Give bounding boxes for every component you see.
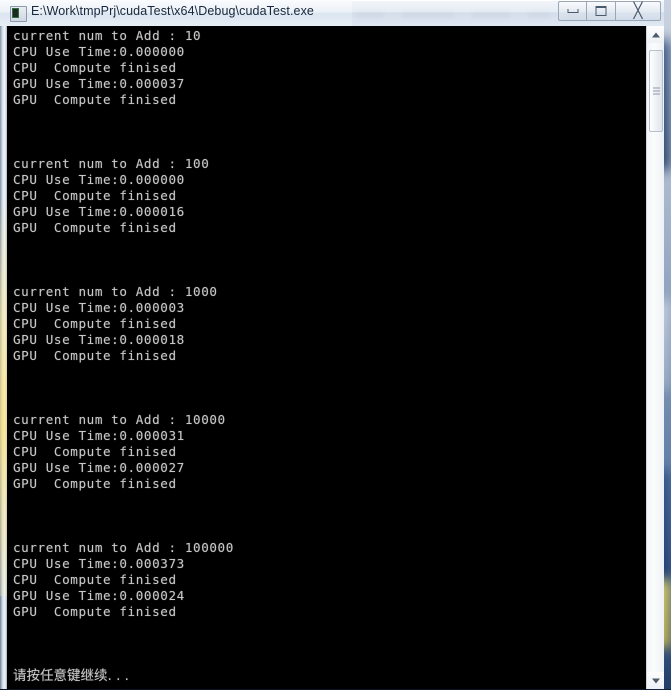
console-line: CPU Use Time:0.000373 xyxy=(13,556,185,572)
vertical-scrollbar[interactable] xyxy=(646,26,664,689)
console-line: GPU Use Time:0.000037 xyxy=(13,76,185,92)
console-line: CPU Compute finised xyxy=(13,60,177,76)
console-line: CPU Compute finised xyxy=(13,188,177,204)
scroll-up-button[interactable] xyxy=(647,26,664,43)
window-left-border xyxy=(0,26,7,689)
scrollbar-thumb[interactable] xyxy=(649,50,663,132)
console-line: GPU Use Time:0.000024 xyxy=(13,588,185,604)
console-line: current num to Add : 1000 xyxy=(13,284,218,300)
window-controls: ╳ xyxy=(558,1,661,21)
close-button[interactable]: ╳ xyxy=(616,1,661,21)
console-line: CPU Compute finised xyxy=(13,572,177,588)
console-line: current num to Add : 100000 xyxy=(13,540,234,556)
window-title: E:\Work\tmpPrj\cudaTest\x64\Debug\cudaTe… xyxy=(31,4,314,18)
scroll-down-arrow-icon xyxy=(652,678,660,683)
console-line: CPU Compute finised xyxy=(13,316,177,332)
maximize-icon xyxy=(596,6,607,16)
close-icon: ╳ xyxy=(633,4,642,19)
console-line: GPU Use Time:0.000016 xyxy=(13,204,185,220)
console-line: GPU Compute finised xyxy=(13,348,177,364)
console-line: current num to Add : 100 xyxy=(13,156,209,172)
console-line: GPU Compute finised xyxy=(13,476,177,492)
console-output-area[interactable]: current num to Add : 10 CPU Use Time:0.0… xyxy=(7,26,646,689)
scroll-down-button[interactable] xyxy=(647,672,664,689)
console-line: CPU Use Time:0.000000 xyxy=(13,44,185,60)
console-line: GPU Compute finised xyxy=(13,220,177,236)
console-line: GPU Use Time:0.000018 xyxy=(13,332,185,348)
press-any-key-prompt: 请按任意键继续. . . xyxy=(13,668,129,684)
console-line: current num to Add : 10000 xyxy=(13,412,226,428)
minimize-icon xyxy=(567,9,578,13)
console-line: CPU Use Time:0.000003 xyxy=(13,300,185,316)
scrollbar-grip-icon xyxy=(653,88,660,95)
console-line: CPU Compute finised xyxy=(13,444,177,460)
console-window: E:\Work\tmpPrj\cudaTest\x64\Debug\cudaTe… xyxy=(0,0,664,689)
title-bar[interactable]: E:\Work\tmpPrj\cudaTest\x64\Debug\cudaTe… xyxy=(0,0,664,27)
scroll-up-arrow-icon xyxy=(652,32,660,37)
scrollbar-track[interactable] xyxy=(647,43,664,672)
console-line: GPU Compute finised xyxy=(13,604,177,620)
console-window-icon[interactable] xyxy=(10,6,27,22)
console-line: CPU Use Time:0.000000 xyxy=(13,172,185,188)
maximize-button[interactable] xyxy=(587,1,616,21)
console-line: GPU Use Time:0.000027 xyxy=(13,460,185,476)
console-line: GPU Compute finised xyxy=(13,92,177,108)
console-line: current num to Add : 10 xyxy=(13,28,201,44)
console-line: CPU Use Time:0.000031 xyxy=(13,428,185,444)
minimize-button[interactable] xyxy=(558,1,587,21)
